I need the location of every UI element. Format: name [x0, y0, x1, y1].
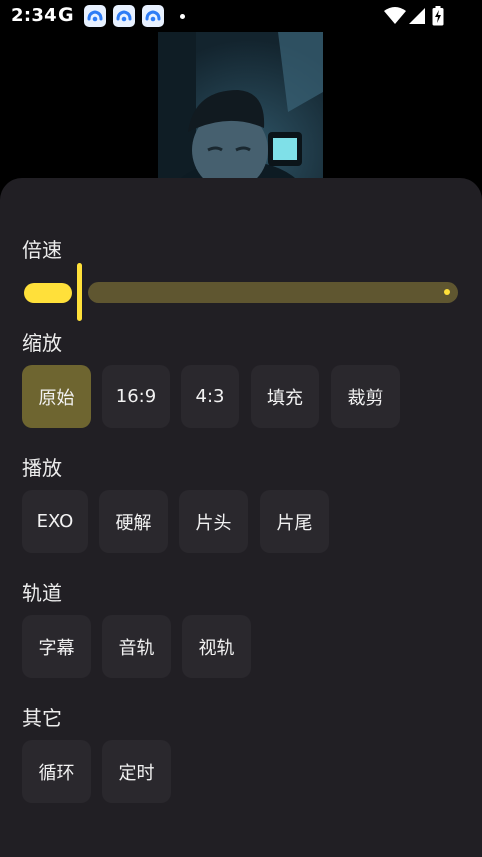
- other-option-timer[interactable]: 定时: [102, 740, 171, 803]
- playback-option-outro[interactable]: 片尾: [260, 490, 329, 553]
- speed-slider-end-dot: [444, 289, 450, 295]
- speed-slider-thumb[interactable]: [77, 263, 82, 321]
- speed-section-title: 倍速: [22, 238, 62, 262]
- status-time: 2:34: [11, 5, 57, 26]
- app-cloud-icon: [113, 5, 135, 27]
- track-option-subtitles[interactable]: 字幕: [22, 615, 91, 678]
- signal-icon: [409, 8, 425, 24]
- video-preview[interactable]: [158, 32, 323, 192]
- scale-option-4-3[interactable]: 4:3: [181, 365, 239, 428]
- scale-section-title: 缩放: [22, 331, 62, 355]
- wifi-icon: [384, 7, 406, 24]
- scale-option-fill[interactable]: 填充: [251, 365, 319, 428]
- google-icon: G: [58, 4, 74, 26]
- track-option-audio[interactable]: 音轨: [102, 615, 171, 678]
- track-option-video[interactable]: 视轨: [182, 615, 251, 678]
- other-section-title: 其它: [22, 706, 62, 730]
- other-option-loop[interactable]: 循环: [22, 740, 91, 803]
- video-frame-image: [158, 32, 323, 192]
- scale-option-16-9[interactable]: 16:9: [102, 365, 170, 428]
- app-cloud-icon: [142, 5, 164, 27]
- scale-option-original[interactable]: 原始: [22, 365, 91, 428]
- scale-option-crop[interactable]: 裁剪: [331, 365, 400, 428]
- status-bar: 2:34 G: [0, 0, 482, 32]
- playback-option-exo[interactable]: EXO: [22, 490, 88, 553]
- battery-charging-icon: [432, 6, 444, 26]
- speed-slider-fill: [24, 283, 72, 303]
- player-settings-panel: 倍速 缩放 原始 16:9 4:3 填充 裁剪 播放 EXO 硬解 片头 片尾 …: [0, 178, 482, 857]
- playback-option-intro[interactable]: 片头: [179, 490, 248, 553]
- notification-dot-icon: [180, 14, 185, 19]
- playback-option-hardware-decode[interactable]: 硬解: [99, 490, 168, 553]
- speed-slider-track[interactable]: [88, 282, 458, 303]
- app-cloud-icon: [84, 5, 106, 27]
- tracks-section-title: 轨道: [22, 581, 62, 605]
- playback-section-title: 播放: [22, 456, 62, 480]
